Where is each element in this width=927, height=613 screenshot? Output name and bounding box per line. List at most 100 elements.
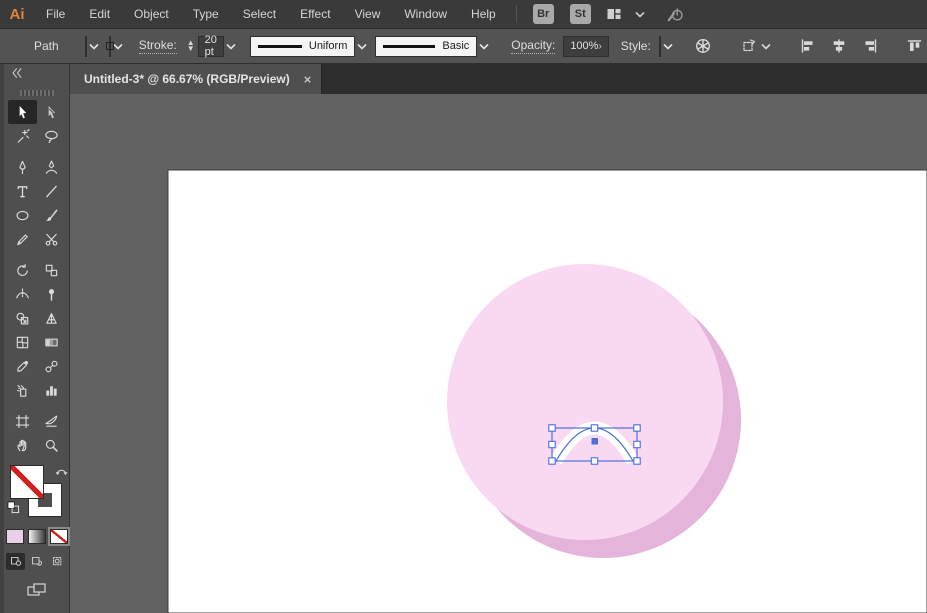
shaper-tool[interactable] <box>8 227 37 251</box>
width-profile-chevron-icon[interactable] <box>357 36 367 57</box>
menu-type[interactable]: Type <box>181 0 231 29</box>
menu-window[interactable]: Window <box>392 0 459 29</box>
opacity-label[interactable]: Opacity: <box>511 38 556 54</box>
selection-handle[interactable] <box>633 424 641 432</box>
ellipse-tool[interactable] <box>8 203 37 227</box>
paintbrush-tool[interactable] <box>37 203 66 227</box>
ball-circle[interactable] <box>447 264 723 540</box>
menu-select[interactable]: Select <box>231 0 288 29</box>
direct-selection-tool[interactable] <box>37 100 66 124</box>
scale-tool[interactable] <box>37 258 66 282</box>
menu-file[interactable]: File <box>34 0 77 29</box>
magic-wand-tool[interactable] <box>8 124 37 148</box>
symbol-sprayer-tool[interactable] <box>8 378 37 402</box>
width-profile-dropdown[interactable]: Uniform <box>249 35 356 57</box>
collapse-panel-icon[interactable] <box>10 66 24 85</box>
puppet-warp-tool[interactable] <box>37 282 66 306</box>
hand-tool[interactable] <box>8 433 37 457</box>
document-tab-title: Untitled-3* @ 66.67% (RGB/Preview) <box>84 72 290 86</box>
tab-close-icon[interactable]: × <box>304 72 312 87</box>
eyedropper-tool[interactable] <box>8 354 37 378</box>
fill-proxy-swatch[interactable] <box>9 465 44 499</box>
mesh-icon <box>15 335 30 350</box>
menu-edit[interactable]: Edit <box>77 0 122 29</box>
blend-tool[interactable] <box>37 354 66 378</box>
pen-tool[interactable] <box>8 155 37 179</box>
scissors-tool[interactable] <box>37 227 66 251</box>
stroke-chevron-icon[interactable] <box>113 36 123 57</box>
change-screen-mode-icon[interactable] <box>26 582 48 603</box>
stroke-weight-stepper[interactable]: ▲ ▼ <box>187 39 195 53</box>
column-graph-tool[interactable] <box>37 378 66 402</box>
brush-dropdown[interactable]: Basic <box>375 35 478 57</box>
color-button[interactable] <box>5 529 24 544</box>
selection-handle[interactable] <box>590 424 599 432</box>
lasso-tool[interactable] <box>37 124 66 148</box>
selection-handle[interactable] <box>633 440 641 449</box>
stroke-weight-value[interactable]: 20 pt <box>197 34 224 58</box>
bridge-button[interactable]: Br <box>532 4 554 24</box>
selection-handle[interactable] <box>548 457 556 465</box>
control-bar: Path Stroke: ▲ ▼ 20 pt Uniform Basic Opac… <box>0 29 927 64</box>
stock-button[interactable]: St <box>569 4 591 24</box>
magic-wand-icon <box>15 128 30 144</box>
style-swatch[interactable] <box>658 35 661 57</box>
default-fill-stroke-icon[interactable] <box>6 501 20 519</box>
align-center-icon[interactable] <box>830 38 847 54</box>
brush-chevron-icon[interactable] <box>479 36 489 57</box>
gradient-button[interactable] <box>27 529 46 544</box>
mesh-tool[interactable] <box>8 330 37 354</box>
touch-power-icon[interactable] <box>665 5 685 23</box>
width-profile-value: Uniform <box>308 40 348 52</box>
align-left-icon[interactable] <box>799 38 816 54</box>
perspective-grid-tool[interactable] <box>37 306 66 330</box>
draw-behind-button[interactable] <box>27 553 46 570</box>
selection-center-point[interactable] <box>591 438 599 445</box>
selection-handle[interactable] <box>548 424 556 432</box>
align-top-icon[interactable] <box>906 38 923 54</box>
none-button[interactable] <box>47 527 70 546</box>
transform-chevron-icon[interactable] <box>761 43 771 50</box>
menu-effect[interactable]: Effect <box>288 0 342 29</box>
align-right-icon[interactable] <box>861 38 878 54</box>
illustrator-window: Ai File Edit Object Type Select Effect View Win… <box>0 0 927 613</box>
artboard-tool[interactable] <box>8 409 37 433</box>
stroke-color-swatch[interactable] <box>105 35 114 57</box>
menu-object[interactable]: Object <box>122 0 181 29</box>
zoom-tool[interactable] <box>37 433 66 457</box>
selection-handle[interactable] <box>548 440 556 449</box>
selection-tool[interactable] <box>7 100 37 124</box>
draw-inside-button[interactable] <box>48 553 67 570</box>
style-chevron-icon[interactable] <box>663 36 673 57</box>
shape-builder-tool[interactable] <box>8 306 37 330</box>
transform-options-icon[interactable] <box>740 38 758 54</box>
gradient-tool[interactable] <box>37 330 66 354</box>
canvas-area[interactable] <box>70 94 927 613</box>
menu-help[interactable]: Help <box>459 0 508 29</box>
line-segment-tool[interactable] <box>37 179 66 203</box>
line-segment-icon <box>44 184 59 199</box>
opacity-value-field[interactable]: 100% › <box>563 35 609 57</box>
fill-chevron-icon[interactable] <box>89 36 99 57</box>
menu-view[interactable]: View <box>343 0 393 29</box>
slice-tool[interactable] <box>37 409 66 433</box>
type-tool[interactable] <box>8 179 37 203</box>
chevron-down-icon[interactable] <box>635 11 645 18</box>
fill-color-swatch[interactable] <box>84 35 87 57</box>
eyedropper-icon <box>15 359 30 374</box>
opacity-expander-icon[interactable]: › <box>598 41 601 52</box>
rotate-tool[interactable] <box>8 258 37 282</box>
swap-fill-stroke-icon[interactable] <box>55 463 68 481</box>
selection-handle[interactable] <box>633 457 641 465</box>
curvature-tool[interactable] <box>37 155 66 179</box>
stroke-weight-chevron-icon[interactable] <box>226 36 236 57</box>
selection-handle[interactable] <box>590 457 599 465</box>
draw-normal-button[interactable] <box>6 553 25 570</box>
basic-brush-preview <box>383 44 436 48</box>
width-tool[interactable] <box>8 282 37 306</box>
recolor-artwork-icon[interactable] <box>694 37 712 55</box>
workspace-layout-icon[interactable] <box>605 6 623 22</box>
stroke-weight-label[interactable]: Stroke: <box>138 38 177 54</box>
document-tab[interactable]: Untitled-3* @ 66.67% (RGB/Preview) × <box>70 64 323 94</box>
tools-panel-grip[interactable] <box>19 90 54 96</box>
